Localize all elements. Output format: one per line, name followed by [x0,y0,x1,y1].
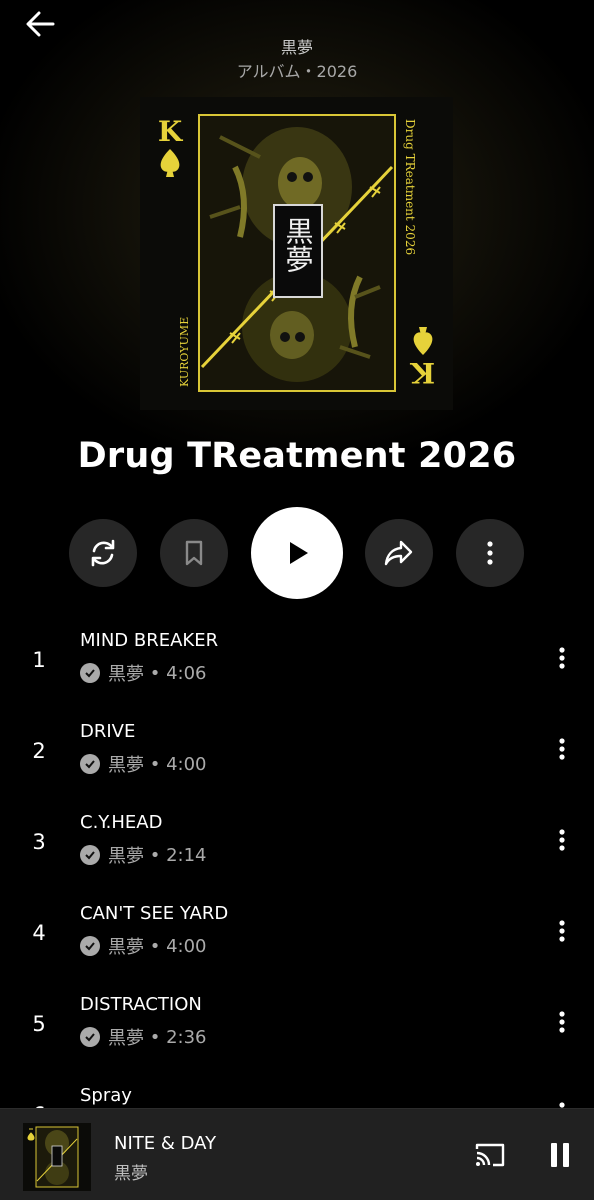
album-title: Drug TReatment 2026 [77,436,517,476]
track-title: MIND BREAKER [80,630,219,651]
now-playing-title: NITE & DAY [114,1133,217,1154]
track-artist: 黒夢 [108,755,144,776]
downloaded-check-icon [80,845,100,865]
meta-separator: • [144,1026,167,1048]
track-meta: 黒夢 • 2:14 [80,842,206,868]
track-meta: 黒夢 • 4:06 [80,660,206,686]
track-artist: 黒夢 [108,1028,144,1049]
track-row[interactable]: 2 DRIVE 黒夢 • 4:00 [0,717,594,808]
downloaded-check-icon [80,663,100,683]
track-row[interactable]: 5 DISTRACTION 黒夢 • 2:36 [0,990,594,1081]
repeat-button[interactable] [69,519,137,587]
track-duration: 4:00 [166,753,207,775]
track-row[interactable]: 4 CAN'T SEE YARD 黒夢 • 4:00 [0,899,594,990]
downloaded-check-icon [80,936,100,956]
track-title: CAN'T SEE YARD [80,903,229,924]
more-vert-icon [559,920,565,942]
album-actions [0,506,594,599]
track-duration: 2:36 [166,1026,207,1048]
track-title: DRIVE [80,721,136,742]
album-page: 黒夢 アルバム・2026 黒夢 K K Drug TReatment 2026 … [0,0,594,1200]
more-vert-icon [559,647,565,669]
track-artist: 黒夢 [108,846,144,867]
cover-rank-bottom: K [409,356,435,389]
track-title: C.Y.HEAD [80,812,163,833]
track-number: 1 [32,648,46,672]
more-vert-icon [559,1011,565,1033]
track-row[interactable]: 3 C.Y.HEAD 黒夢 • 2:14 [0,808,594,899]
play-button[interactable] [251,507,343,599]
track-duration: 2:14 [166,844,207,866]
track-duration: 4:00 [166,935,207,957]
save-to-library-button[interactable] [160,519,228,587]
more-vert-icon [559,829,565,851]
repeat-icon [91,539,115,567]
play-icon [290,542,308,564]
meta-separator: • [144,662,167,684]
track-row[interactable]: 1 MIND BREAKER 黒夢 • 4:06 [0,626,594,717]
cover-rank-top: K [158,115,184,148]
track-more-button[interactable] [546,731,578,767]
track-number: 5 [32,1012,46,1036]
cast-icon [475,1143,505,1167]
share-button[interactable] [365,519,433,587]
mini-player[interactable]: NITE & DAY 黒夢 [0,1108,594,1200]
cover-center-text: 黒夢 [282,217,315,273]
track-number: 4 [32,921,46,945]
share-icon [384,540,413,566]
mini-player-cover [23,1123,91,1191]
track-more-button[interactable] [546,1004,578,1040]
track-artist: 黒夢 [108,937,144,958]
meta-separator: • [144,844,167,866]
track-meta: 黒夢 • 2:36 [80,1024,206,1050]
track-meta: 黒夢 • 4:00 [80,933,206,959]
track-duration: 4:06 [166,662,207,684]
track-more-button[interactable] [546,913,578,949]
cover-side-text: Drug TReatment 2026 [403,119,417,255]
now-playing-artist: 黒夢 [114,1164,148,1184]
track-more-button[interactable] [546,640,578,676]
track-number: 2 [32,739,46,763]
track-meta: 黒夢 • 4:00 [80,751,206,777]
more-vert-icon [559,738,565,760]
downloaded-check-icon [80,1027,100,1047]
more-vert-icon [487,541,493,565]
pause-button[interactable] [540,1135,580,1175]
header-artist[interactable]: 黒夢 [0,34,594,58]
meta-separator: • [144,753,167,775]
album-cover: 黒夢 K K Drug TReatment 2026 KUROYUME [140,97,453,410]
header-subtitle: アルバム・2026 [236,62,358,81]
pause-icon [551,1143,569,1167]
cover-bottom-text: KUROYUME [178,317,191,387]
track-title: Spray [80,1085,132,1106]
bookmark-icon [185,540,203,566]
more-options-button[interactable] [456,519,524,587]
meta-separator: • [144,935,167,957]
track-number: 3 [32,830,46,854]
cast-button[interactable] [470,1137,510,1173]
track-artist: 黒夢 [108,664,144,685]
downloaded-check-icon [80,754,100,774]
track-title: DISTRACTION [80,994,202,1015]
track-more-button[interactable] [546,822,578,858]
